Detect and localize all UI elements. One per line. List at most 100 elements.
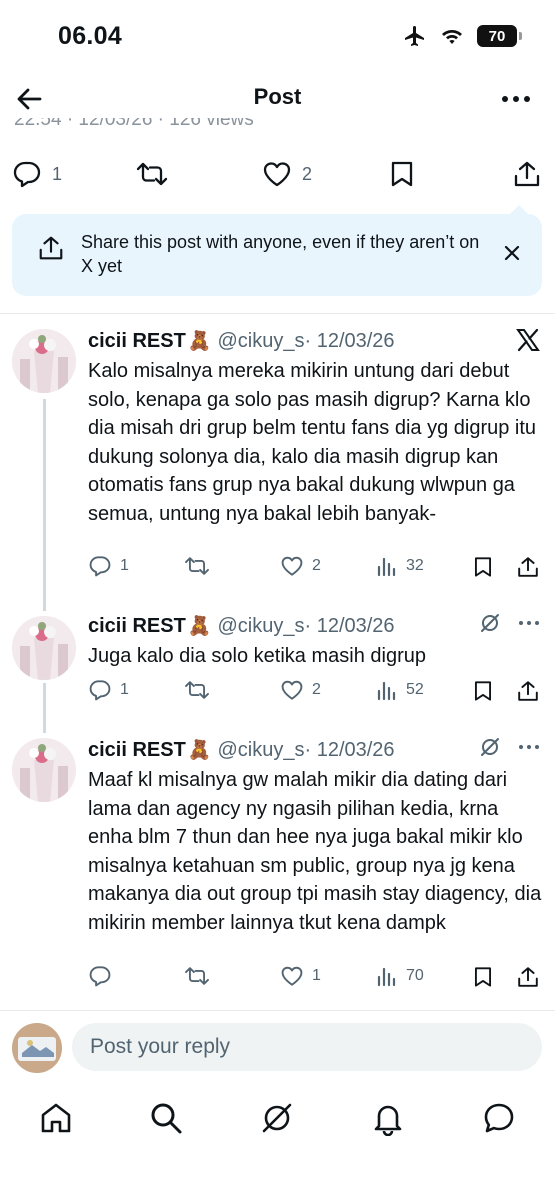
reply-actions: 1 70 bbox=[0, 965, 555, 995]
x-logo-icon bbox=[515, 327, 541, 353]
reply-composer: Post your reply bbox=[0, 1010, 555, 1082]
main-post-actions: 1 2 bbox=[0, 150, 555, 198]
reply-count: 1 bbox=[120, 681, 129, 698]
reply-corner bbox=[515, 327, 541, 353]
like-action[interactable]: 2 bbox=[280, 555, 321, 577]
like-action[interactable]: 2 bbox=[280, 679, 321, 701]
name-emoji: 🧸 bbox=[187, 331, 212, 352]
reply-corner bbox=[479, 736, 541, 758]
repost-icon bbox=[184, 679, 210, 701]
view-count: 52 bbox=[406, 681, 424, 698]
share-upload-icon bbox=[516, 555, 540, 579]
repost-action[interactable] bbox=[184, 555, 210, 577]
more-horizontal-icon[interactable] bbox=[517, 612, 541, 634]
grok-icon[interactable] bbox=[259, 1100, 295, 1136]
views-action[interactable]: 70 bbox=[376, 965, 424, 987]
reply-header: cicii REST 🧸 @cikuy_s · 12/03/26 bbox=[88, 327, 395, 355]
heart-icon bbox=[280, 679, 304, 701]
bottom-tab-bar bbox=[0, 1082, 555, 1152]
views-action[interactable]: 52 bbox=[376, 679, 424, 701]
more-horizontal-icon[interactable] bbox=[499, 84, 533, 114]
speech-bubble-icon bbox=[12, 160, 42, 188]
bookmark-action[interactable] bbox=[388, 160, 416, 188]
search-icon[interactable] bbox=[148, 1100, 184, 1136]
more-horizontal-icon[interactable] bbox=[517, 736, 541, 758]
display-name[interactable]: cicii REST bbox=[88, 739, 186, 762]
close-icon[interactable] bbox=[502, 243, 522, 263]
view-count: 32 bbox=[406, 557, 424, 574]
avatar[interactable] bbox=[12, 738, 76, 802]
name-emoji: 🧸 bbox=[187, 616, 212, 637]
post-date: · 12/03/26 bbox=[304, 329, 395, 352]
reply-count: 1 bbox=[52, 163, 63, 184]
view-count: 70 bbox=[406, 967, 424, 984]
wifi-icon bbox=[440, 26, 464, 46]
share-banner: Share this post with anyone, even if the… bbox=[12, 205, 542, 296]
share-upload-icon bbox=[516, 965, 540, 989]
bar-chart-icon bbox=[376, 965, 398, 987]
repost-icon bbox=[136, 160, 168, 188]
reply-action[interactable]: 1 bbox=[12, 160, 62, 188]
share-banner-text[interactable]: Share this post with anyone, even if the… bbox=[81, 230, 481, 278]
home-icon[interactable] bbox=[38, 1100, 74, 1136]
speech-bubble-icon bbox=[88, 965, 112, 987]
bell-icon[interactable] bbox=[370, 1100, 406, 1136]
bookmark-action[interactable] bbox=[472, 555, 494, 579]
speech-bubble-icon bbox=[88, 555, 112, 577]
display-name[interactable]: cicii REST bbox=[88, 330, 186, 353]
banner-pointer bbox=[510, 205, 528, 214]
user-handle[interactable]: @cikuy_s bbox=[217, 615, 304, 638]
messages-icon[interactable] bbox=[481, 1100, 517, 1136]
share-action[interactable] bbox=[516, 965, 540, 989]
post-date: · 12/03/26 bbox=[304, 614, 395, 637]
reply-text: Juga kalo dia solo ketika masih digrup bbox=[88, 645, 426, 667]
bookmark-action[interactable] bbox=[472, 965, 494, 989]
status-icons: 70 bbox=[403, 24, 522, 48]
like-count: 2 bbox=[312, 557, 321, 574]
share-action[interactable] bbox=[516, 679, 540, 703]
bookmark-icon bbox=[472, 679, 494, 703]
reply-action[interactable]: 1 bbox=[88, 679, 129, 701]
heart-icon bbox=[262, 160, 292, 188]
repost-icon bbox=[184, 965, 210, 987]
like-action[interactable]: 1 bbox=[280, 965, 321, 987]
like-action[interactable]: 2 bbox=[262, 160, 312, 188]
reply-action[interactable]: 1 bbox=[88, 555, 129, 577]
grok-icon[interactable] bbox=[479, 612, 501, 634]
page-title: Post bbox=[253, 84, 302, 109]
repost-action[interactable] bbox=[184, 965, 210, 987]
reply-input[interactable]: Post your reply bbox=[72, 1023, 542, 1071]
bar-chart-icon bbox=[376, 679, 398, 701]
status-bar: 06.04 70 bbox=[0, 0, 555, 70]
grok-icon[interactable] bbox=[479, 736, 501, 758]
bookmark-icon bbox=[388, 160, 416, 188]
repost-action[interactable] bbox=[136, 160, 168, 188]
bookmark-icon bbox=[472, 965, 494, 989]
bar-chart-icon bbox=[376, 555, 398, 577]
like-count: 2 bbox=[312, 681, 321, 698]
reply-action[interactable] bbox=[88, 965, 120, 987]
display-name[interactable]: cicii REST bbox=[88, 615, 186, 638]
bookmark-icon bbox=[472, 555, 494, 579]
repost-action[interactable] bbox=[184, 679, 210, 701]
like-count: 2 bbox=[302, 163, 313, 184]
avatar[interactable] bbox=[12, 1023, 62, 1073]
user-handle[interactable]: @cikuy_s bbox=[217, 330, 304, 353]
status-time: 06.04 bbox=[58, 22, 123, 50]
avatar[interactable] bbox=[12, 329, 76, 393]
reply-count: 1 bbox=[120, 557, 129, 574]
share-action[interactable] bbox=[516, 555, 540, 579]
speech-bubble-icon bbox=[88, 679, 112, 701]
avatar[interactable] bbox=[12, 616, 76, 680]
share-upload-icon bbox=[512, 160, 542, 188]
views-action[interactable]: 32 bbox=[376, 555, 424, 577]
divider bbox=[0, 313, 555, 314]
share-upload-icon bbox=[37, 234, 65, 262]
heart-icon bbox=[280, 555, 304, 577]
bookmark-action[interactable] bbox=[472, 679, 494, 703]
reply-header: cicii REST 🧸 @cikuy_s · 12/03/26 bbox=[88, 612, 395, 640]
share-action[interactable] bbox=[512, 160, 542, 188]
battery-indicator: 70 bbox=[477, 25, 522, 47]
share-upload-icon bbox=[516, 679, 540, 703]
user-handle[interactable]: @cikuy_s bbox=[217, 739, 304, 762]
